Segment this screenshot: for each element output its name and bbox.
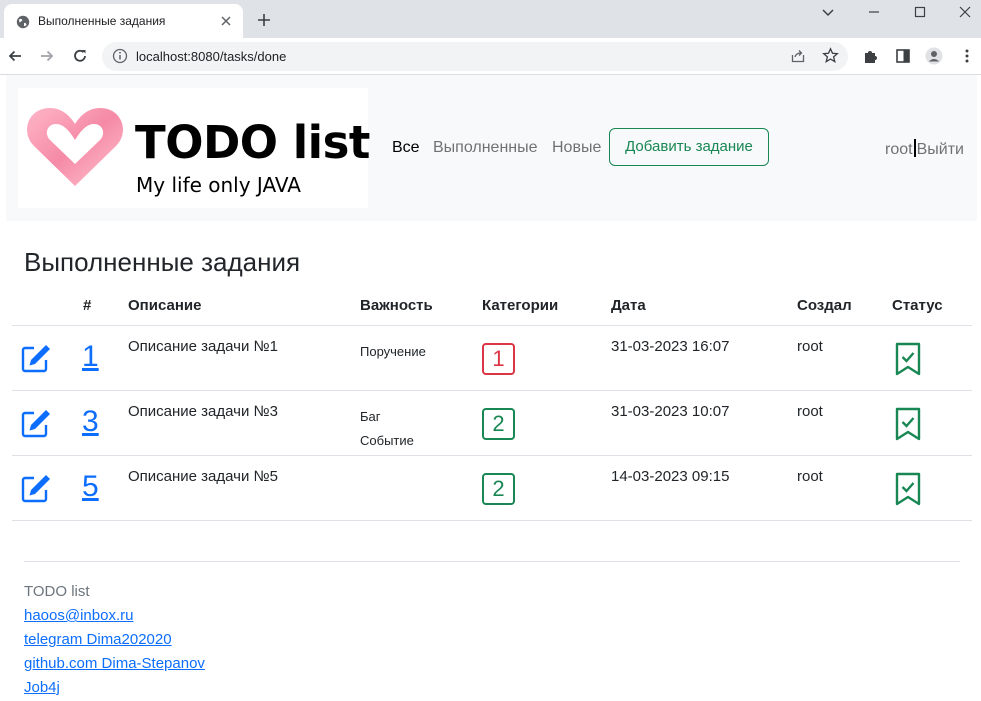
column-header-id: #: [83, 297, 92, 314]
table-row: 1 Описание задачи №1 Поручение 1 31-03-2…: [12, 326, 972, 391]
add-task-button[interactable]: Добавить задание: [609, 128, 769, 166]
footer-title: TODO list: [24, 583, 90, 600]
side-panel-icon[interactable]: [894, 47, 912, 65]
column-header-description: Описание: [128, 297, 202, 314]
task-date: 14-03-2023 09:15: [611, 468, 730, 485]
priority-label: Событие: [360, 433, 414, 448]
task-date: 31-03-2023 10:07: [611, 403, 730, 420]
user-name[interactable]: root: [885, 141, 913, 158]
table-header: # Описание Важность Категории Дата Созда…: [12, 286, 972, 326]
close-window-icon[interactable]: [957, 4, 973, 20]
edit-icon[interactable]: [20, 407, 52, 439]
forward-arrow-icon[interactable]: [38, 47, 56, 65]
category-badge: 2: [482, 473, 515, 505]
nav-link-done[interactable]: Выполненные: [433, 139, 538, 157]
column-header-priority: Важность: [360, 297, 433, 314]
globe-icon: [16, 15, 30, 29]
site-logo[interactable]: TODO list My life only JAVA: [18, 88, 370, 208]
category-badge: 1: [482, 343, 515, 375]
footer-email-link[interactable]: haoos@inbox.ru: [24, 607, 133, 624]
task-id-link[interactable]: 5: [82, 472, 99, 502]
tasks-table: # Описание Важность Категории Дата Созда…: [12, 286, 972, 521]
site-navbar: TODO list My life only JAVA Все Выполнен…: [6, 75, 977, 221]
browser-tab-strip: Выполненные задания: [0, 0, 981, 38]
user-menu: root Выйти: [885, 139, 964, 159]
browser-tab[interactable]: Выполненные задания: [4, 4, 243, 38]
footer-job4j-link[interactable]: Job4j: [24, 679, 60, 696]
minimize-icon[interactable]: [866, 4, 882, 20]
user-separator: [913, 139, 916, 157]
column-header-status: Статус: [892, 297, 943, 314]
close-tab-icon[interactable]: [218, 13, 234, 29]
bookmark-star-icon[interactable]: [822, 47, 839, 64]
task-id-link[interactable]: 3: [82, 407, 99, 437]
browser-menu-icon[interactable]: [958, 47, 976, 65]
column-header-author: Создал: [797, 297, 852, 314]
task-date: 31-03-2023 16:07: [611, 338, 730, 355]
extensions-puzzle-icon[interactable]: [861, 47, 879, 65]
footer-telegram-link[interactable]: telegram Dima202020: [24, 631, 172, 648]
task-author: root: [797, 338, 823, 355]
priority-label: Баг: [360, 409, 381, 424]
bookmark-check-icon[interactable]: [894, 342, 922, 376]
browser-toolbar: localhost:8080/tasks/done: [0, 38, 981, 75]
tab-title: Выполненные задания: [38, 14, 166, 28]
info-icon[interactable]: [112, 48, 128, 64]
heart-logo-icon: [27, 108, 123, 186]
task-priority: Баг Событие: [360, 405, 414, 453]
task-description: Описание задачи №1: [128, 338, 278, 355]
logout-link[interactable]: Выйти: [917, 141, 964, 158]
task-priority: Поручение: [360, 340, 426, 364]
logo-subtitle: My life only JAVA: [136, 173, 301, 197]
tab-search-icon[interactable]: [820, 4, 836, 20]
reload-icon[interactable]: [71, 47, 89, 65]
back-arrow-icon[interactable]: [6, 47, 24, 65]
category-badge: 2: [482, 408, 515, 440]
task-author: root: [797, 468, 823, 485]
task-id-link[interactable]: 1: [82, 342, 99, 372]
site-footer: TODO list haoos@inbox.ru telegram Dima20…: [24, 580, 205, 700]
profile-avatar-icon[interactable]: [925, 47, 943, 65]
share-icon[interactable]: [790, 48, 806, 64]
edit-icon[interactable]: [20, 472, 52, 504]
new-tab-icon[interactable]: [256, 12, 272, 28]
task-description: Описание задачи №3: [128, 403, 278, 420]
nav-link-new[interactable]: Новые: [552, 139, 601, 157]
maximize-icon[interactable]: [912, 4, 928, 20]
edit-icon[interactable]: [20, 342, 52, 374]
logo-title: TODO list: [135, 116, 370, 169]
task-author: root: [797, 403, 823, 420]
bookmark-check-icon[interactable]: [894, 472, 922, 506]
footer-github-link[interactable]: github.com Dima-Stepanov: [24, 655, 205, 672]
nav-link-all[interactable]: Все: [392, 139, 420, 157]
footer-divider: [24, 561, 960, 562]
page-title: Выполненные задания: [24, 247, 301, 277]
priority-label: Поручение: [360, 344, 426, 359]
column-header-categories: Категории: [482, 297, 559, 314]
table-row: 3 Описание задачи №3 Баг Событие 2 31-03…: [12, 391, 972, 456]
address-bar[interactable]: localhost:8080/tasks/done: [102, 42, 848, 71]
table-row: 5 Описание задачи №5 2 14-03-2023 09:15 …: [12, 456, 972, 521]
task-description: Описание задачи №5: [128, 468, 278, 485]
bookmark-check-icon[interactable]: [894, 407, 922, 441]
url-text[interactable]: localhost:8080/tasks/done: [136, 49, 286, 64]
column-header-date: Дата: [611, 297, 646, 314]
